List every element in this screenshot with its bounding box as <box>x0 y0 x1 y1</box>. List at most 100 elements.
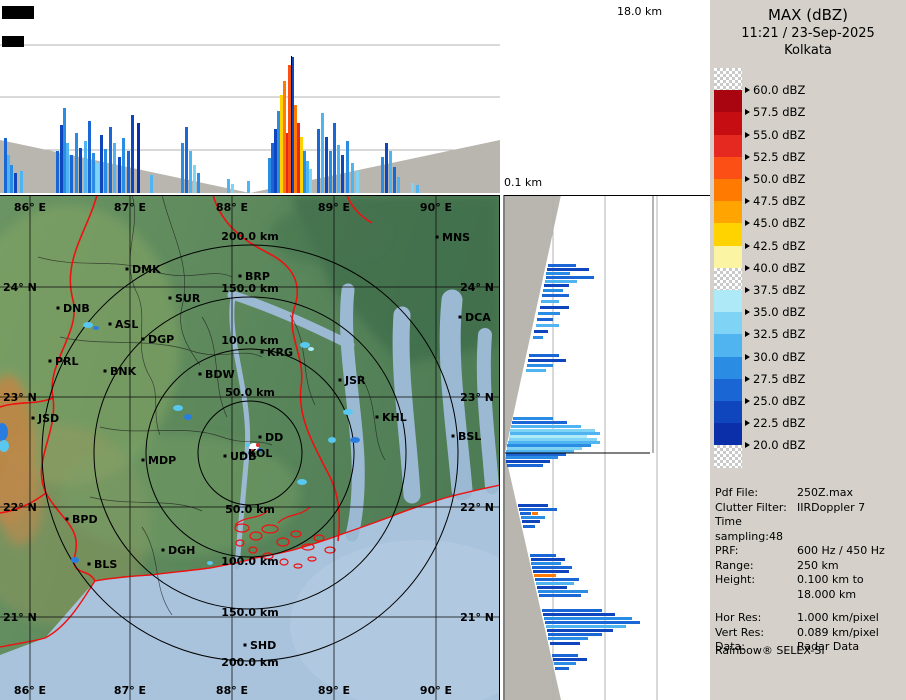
echo-bar <box>513 417 553 420</box>
info-value: 250 km <box>797 558 839 572</box>
scale-cell <box>714 90 742 113</box>
echo-bar <box>538 590 588 593</box>
scale-tick-arrow <box>745 264 750 271</box>
echo-bar <box>521 516 545 519</box>
scale-tick-label: 47.5 dBZ <box>753 194 806 209</box>
city-label: DGH <box>168 544 195 557</box>
radar-map: 86° E 86° E 87° E 87° E 88° E 88° E 89° E 89° E… <box>0 194 550 700</box>
info-row: 18.000 km <box>715 588 903 603</box>
range-ring-label: 50.0 km <box>225 386 275 399</box>
precip-echo <box>300 342 310 348</box>
precip-echo <box>328 437 336 443</box>
longitude-label: 88° E <box>216 201 248 214</box>
echo-bar <box>294 105 297 193</box>
echo-bar <box>306 161 309 193</box>
scale-cell <box>714 378 742 401</box>
echo-bar <box>118 157 121 193</box>
echo-bar <box>536 324 559 327</box>
echo-bar <box>351 163 354 193</box>
echo-bar <box>181 143 184 193</box>
scale-tick-arrow <box>745 131 750 138</box>
echo-bar <box>554 662 576 665</box>
echo-bar <box>534 574 556 577</box>
radar-map-panel: 86° E 86° E 87° E 87° E 88° E 88° E 89° E 89° E… <box>0 194 550 700</box>
echo-bar <box>333 123 336 193</box>
echo-bar <box>548 264 576 267</box>
echo-bar <box>526 369 546 372</box>
info-label: Vert Res: <box>715 625 765 639</box>
echo-bar <box>545 280 577 283</box>
precip-echo <box>184 414 192 420</box>
scale-tick-label: 32.5 dBZ <box>753 327 806 342</box>
info-row: Hor Res: 1.000 km/pixel <box>715 611 903 626</box>
scale-tick-label: 60.0 dBZ <box>753 83 806 98</box>
range-ring-label: 100.0 km <box>221 555 278 568</box>
echo-bar <box>548 637 588 640</box>
city-dot <box>141 337 145 341</box>
echo-bar <box>274 129 277 193</box>
echo-bar <box>70 155 73 193</box>
precip-echo <box>343 409 353 415</box>
echo-bar <box>75 133 78 193</box>
echo-bar <box>20 171 23 193</box>
echo-bar <box>185 127 188 193</box>
echo-bar <box>385 143 388 193</box>
echo-bar <box>539 594 581 597</box>
echo-bar <box>84 141 87 193</box>
scale-cell <box>714 179 742 202</box>
scale-tick-label: 55.0 dBZ <box>753 127 806 142</box>
scale-cell <box>714 112 742 135</box>
longitude-label: 86° E <box>14 201 46 214</box>
echo-bar <box>88 121 91 193</box>
echo-bar <box>507 464 543 467</box>
longitude-label: 90° E <box>420 684 452 697</box>
echo-bar <box>523 525 535 528</box>
ui-artifact-box <box>2 6 34 19</box>
city-dot <box>435 235 439 239</box>
scale-cell <box>714 312 742 335</box>
echo-bar <box>528 359 566 362</box>
scale-cell <box>714 356 742 379</box>
echo-bar <box>545 621 640 624</box>
echo-bar <box>538 312 560 315</box>
echo-bar <box>231 184 234 193</box>
scale-tick-arrow <box>745 198 750 205</box>
scale-tick-arrow <box>745 442 750 449</box>
echo-bar <box>510 432 600 435</box>
latitude-label: 22° N <box>460 501 494 514</box>
info-label: PRF: <box>715 544 739 557</box>
info-row: Time sampling:48 <box>715 515 903 544</box>
echo-bar <box>531 562 561 565</box>
echo-bar <box>416 185 419 193</box>
city-label: SHD <box>250 639 276 652</box>
city-label: DGP <box>148 333 174 346</box>
range-ring-label: 200.0 km <box>221 656 278 669</box>
city-label: UDB <box>230 450 256 463</box>
echo-bar <box>506 456 558 459</box>
echo-bar <box>96 163 99 193</box>
city-label: JSD <box>37 412 59 425</box>
scale-tick-label: 35.0 dBZ <box>753 305 806 320</box>
echo-bar <box>325 137 328 193</box>
echo-bar <box>532 566 572 569</box>
echo-bar <box>543 289 563 292</box>
city-label: BRP <box>245 270 270 283</box>
echo-bar <box>535 578 579 581</box>
scale-tick: 22.5 dBZ <box>745 416 805 430</box>
echo-bars-xz <box>4 57 419 193</box>
echo-bar <box>519 508 557 511</box>
scale-tick: 55.0 dBZ <box>745 128 805 142</box>
echo-bar <box>548 633 602 636</box>
city-label: BDW <box>205 368 235 381</box>
scale-tick-label: 25.0 dBZ <box>753 394 806 408</box>
city-dot <box>103 369 107 373</box>
scale-tick-arrow <box>745 87 750 94</box>
echo-bar <box>329 151 332 193</box>
scale-cell <box>714 290 742 313</box>
echo-bar <box>297 123 300 193</box>
echo-bar <box>522 520 540 523</box>
precip-echo <box>71 557 79 563</box>
scale-tick: 57.5 dBZ <box>745 105 805 119</box>
city-label: JSR <box>344 374 366 387</box>
echo-bar <box>541 300 559 303</box>
